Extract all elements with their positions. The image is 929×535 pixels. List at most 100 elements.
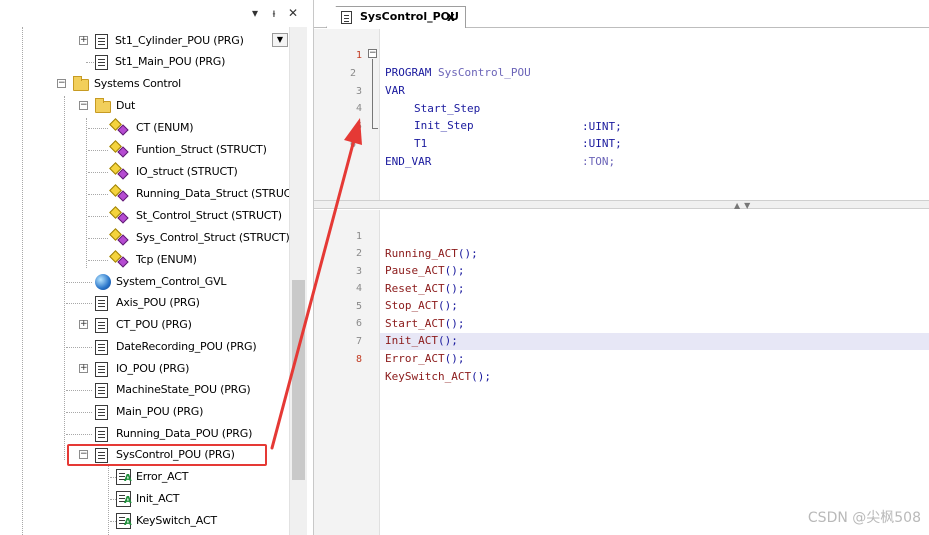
code-line: 5 Start_ACT();: [314, 280, 929, 331]
splitter-grip-icon[interactable]: ▲▼: [734, 202, 754, 210]
tree-item-daterecording-pou[interactable]: DateRecording_POU (PRG): [0, 337, 289, 357]
action-call-token: KeySwitch_ACT: [385, 370, 472, 384]
code-line: 2 VAR: [314, 47, 929, 98]
close-pane-icon[interactable]: ✕: [286, 6, 300, 20]
tree-item-label: St1_Main_POU (PRG): [115, 55, 226, 68]
tree-guide-line: [88, 172, 108, 173]
watermark: CSDN @尖枫508: [807, 510, 921, 526]
code-line: 6 END_VAR: [314, 118, 929, 169]
tree-item-error-act[interactable]: Error_ACT: [0, 467, 289, 487]
annotation-highlight-box: [67, 444, 267, 466]
tree-item-label: St1_Cylinder_POU (PRG): [115, 34, 244, 47]
tree-guide-line: [88, 150, 108, 151]
expand-plus-icon[interactable]: +: [79, 364, 88, 373]
tree-item-ct-pou[interactable]: + CT_POU (PRG): [0, 315, 289, 335]
tree-item-label: DateRecording_POU (PRG): [116, 340, 257, 353]
code-line: 8 KeySwitch_ACT();: [314, 333, 929, 384]
pou-editor: SysControl_POU x − 1 PROGRAM SysControl_…: [313, 0, 929, 535]
tree-item-tcp-enum[interactable]: Tcp (ENUM): [0, 250, 289, 270]
collapse-minus-icon[interactable]: −: [57, 79, 66, 88]
action-icon: [116, 491, 132, 507]
tree-item-label: Init_ACT: [136, 492, 180, 505]
tree-item-sys-control-struct[interactable]: Sys_Control_Struct (STRUCT): [0, 228, 290, 248]
tree-guide-line: [86, 62, 94, 63]
dut-icon: [110, 120, 128, 136]
editor-splitter[interactable]: ▲▼: [314, 200, 929, 210]
pou-doc-icon: [95, 340, 108, 355]
code-line: 4 Stop_ACT();: [314, 262, 929, 313]
tree-guide-line: [66, 412, 92, 413]
action-icon: [116, 469, 132, 485]
folder-icon: [73, 76, 89, 91]
dut-icon: [110, 186, 128, 202]
pane-dropdown-icon[interactable]: ▾: [248, 6, 262, 20]
pou-doc-icon: [95, 383, 108, 398]
tree-item-label: Sys_Control_Struct (STRUCT): [136, 231, 290, 244]
close-tab-icon[interactable]: x: [447, 9, 455, 25]
tree-filter-dropdown[interactable]: ▼: [272, 33, 288, 47]
tree-item-label: IO_POU (PRG): [116, 362, 190, 375]
pou-doc-icon: [95, 34, 108, 49]
tree-guide-line: [88, 128, 108, 129]
expand-plus-icon[interactable]: +: [79, 36, 88, 45]
tree-item-label: KeySwitch_ACT: [136, 514, 217, 527]
tree-guide-line: [66, 282, 92, 283]
action-call-token: Error_ACT: [385, 352, 445, 366]
tree-item-dut[interactable]: − Dut: [0, 96, 289, 116]
tree-item-label: Running_Data_POU (PRG): [116, 427, 253, 440]
type-token: :UINT;: [582, 136, 622, 150]
tree-item-st-control-struct[interactable]: St_Control_Struct (STRUCT): [0, 206, 289, 226]
tree-guide-line: [66, 434, 92, 435]
pou-doc-icon: [95, 427, 108, 442]
tree-guide-line: [66, 347, 92, 348]
tree-item-system-control-gvl[interactable]: System_Control_GVL: [0, 272, 289, 292]
tree-item-init-act[interactable]: Init_ACT: [0, 489, 289, 509]
tree-scrollbar[interactable]: [289, 27, 307, 535]
tree-item-machinestate-pou[interactable]: MachineState_POU (PRG): [0, 380, 289, 400]
dut-icon: [110, 230, 128, 246]
tree-item-label: Funtion_Struct (STRUCT): [136, 143, 267, 156]
tree-item-st1-cylinder-pou[interactable]: + St1_Cylinder_POU (PRG): [0, 31, 289, 51]
tree-item-label: Systems Control: [94, 77, 182, 90]
tree-item-running-data-pou[interactable]: Running_Data_POU (PRG): [0, 424, 289, 444]
tree-item-io-struct[interactable]: IO_struct (STRUCT): [0, 162, 289, 182]
pou-doc-icon: [95, 405, 108, 420]
tree-guide-line: [88, 260, 108, 261]
dut-icon: [110, 252, 128, 268]
tree-item-systems-control[interactable]: − Systems Control: [0, 74, 289, 94]
editor-tab-strip: SysControl_POU x: [314, 0, 929, 28]
tree-item-label: St_Control_Struct (STRUCT): [136, 209, 282, 222]
pou-doc-icon: [95, 296, 108, 311]
code-line: 2 Pause_ACT();: [314, 227, 929, 278]
tree-item-keyswitch-act[interactable]: KeySwitch_ACT: [0, 511, 289, 531]
pin-icon[interactable]: ᵼ: [267, 6, 281, 20]
pou-doc-icon: [341, 11, 352, 24]
tree-item-axis-pou[interactable]: Axis_POU (PRG): [0, 293, 289, 313]
tree-item-st1-main-pou[interactable]: St1_Main_POU (PRG): [0, 52, 289, 72]
dut-icon: [110, 142, 128, 158]
line-number: 6: [349, 138, 356, 150]
tree-item-running-data-struct[interactable]: Running_Data_Struct (STRUCT: [0, 184, 289, 204]
collapse-minus-icon[interactable]: −: [79, 101, 88, 110]
action-icon: [116, 513, 132, 529]
expand-plus-icon[interactable]: +: [79, 320, 88, 329]
tree-item-label: MachineState_POU (PRG): [116, 383, 251, 396]
keyword-token: END_VAR: [385, 155, 432, 169]
tree-item-funtion-struct[interactable]: Funtion_Struct (STRUCT): [0, 140, 289, 160]
tree-item-ct-enum[interactable]: CT (ENUM): [0, 118, 289, 138]
tree-item-main-pou[interactable]: Main_POU (PRG): [0, 402, 289, 422]
pou-doc-icon: [95, 55, 108, 70]
pou-doc-icon: [95, 362, 108, 377]
code-line: 5 T1 :TON;: [314, 100, 929, 168]
tree-item-label: System_Control_GVL: [116, 275, 227, 288]
tab-syscontrol-pou[interactable]: SysControl_POU x: [326, 6, 466, 28]
code-line: 7 Error_ACT();: [314, 315, 929, 366]
tree-item-io-pou[interactable]: + IO_POU (PRG): [0, 359, 289, 379]
dut-icon: [110, 208, 128, 224]
tree-item-label: IO_struct (STRUCT): [136, 165, 238, 178]
type-token: :TON;: [582, 154, 616, 168]
globe-icon: [95, 274, 111, 290]
code-line: 1 Running_ACT();: [314, 210, 929, 261]
scrollbar-thumb[interactable]: [292, 280, 305, 480]
variable-token: T1: [414, 137, 428, 151]
